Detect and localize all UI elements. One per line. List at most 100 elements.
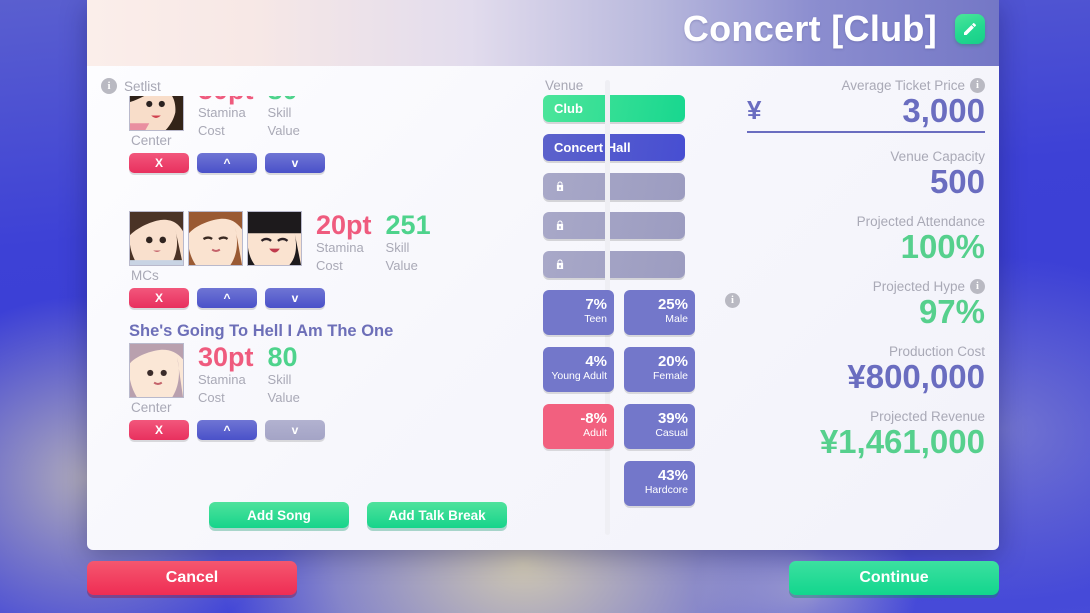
- projected-hype-label: Projected Hype: [872, 278, 965, 294]
- demographic-chip-casual[interactable]: 39% Casual: [624, 404, 695, 449]
- song-controls: X ^ v: [129, 288, 517, 308]
- demographic-value: -8%: [580, 410, 607, 428]
- venue-option-locked-1: [543, 173, 685, 200]
- stamina-label-line1: Stamina: [316, 240, 364, 256]
- demographic-name: Young Adult: [551, 370, 607, 383]
- skill-stat: 80 Skill Value: [268, 343, 300, 406]
- dialog-footer: Cancel Continue: [0, 550, 1090, 613]
- setlist-label: Setlist: [124, 78, 161, 94]
- page-title: Concert [Club]: [682, 8, 937, 49]
- demographics-panel: 7% Teen 4% Young Adult -8% Adult 25% Mal…: [543, 290, 747, 506]
- setlist-panel: i Setlist Center Stamina Cost Skill Valu…: [87, 66, 517, 550]
- list-item: Center 50pt Stamina Cost 80 Skill Value: [117, 96, 517, 173]
- demographic-value: 39%: [657, 410, 688, 428]
- info-icon[interactable]: i: [101, 78, 117, 94]
- song-role: MCs: [131, 268, 159, 283]
- projected-revenue-label: Projected Revenue: [870, 408, 985, 424]
- info-icon[interactable]: i: [970, 78, 985, 93]
- venue-option-label: Concert Hall: [554, 140, 631, 155]
- setlist-items: Center 50pt Stamina Cost 80 Skill Value: [117, 96, 517, 440]
- move-song-down-button[interactable]: v: [265, 288, 325, 308]
- demographic-value: 20%: [657, 353, 688, 371]
- song-title: She's Going To Hell I Am The One: [129, 322, 394, 340]
- move-song-down-button: v: [265, 420, 325, 440]
- avatar: [247, 211, 302, 266]
- projected-revenue-value: ¥1,461,000: [819, 422, 985, 460]
- venue-capacity-value: 500: [929, 162, 985, 200]
- add-talk-break-button[interactable]: Add Talk Break: [367, 502, 507, 528]
- skill-value: 80: [267, 342, 298, 372]
- venue-option-club[interactable]: Club: [543, 95, 685, 122]
- avatar: [129, 96, 184, 131]
- demographics-type-column: 25% Male 20% Female 39% Casual 43% Hardc…: [624, 290, 695, 506]
- avatar: [129, 343, 184, 398]
- info-icon[interactable]: i: [970, 278, 985, 294]
- demographic-chip-male[interactable]: 25% Male: [624, 290, 695, 335]
- setlist-header: i Setlist: [101, 78, 517, 94]
- member-portraits: [129, 96, 184, 131]
- lock-icon: [556, 220, 564, 230]
- stamina-label-line2: Cost: [316, 257, 343, 273]
- stamina-label-line2: Cost: [198, 122, 225, 138]
- skill-stat: 251 Skill Value: [386, 211, 431, 274]
- list-item: MCs 20pt Stamina Cost 251 Skill Value X …: [117, 211, 517, 308]
- demographic-name: Casual: [655, 427, 688, 440]
- demographic-chip-teen[interactable]: 7% Teen: [543, 290, 614, 335]
- skill-value: 80: [268, 96, 300, 104]
- move-song-up-button[interactable]: ^: [197, 420, 257, 440]
- demographic-name: Hardcore: [644, 484, 688, 497]
- demographic-name: Teen: [584, 313, 607, 326]
- projected-revenue-block: Projected Revenue ¥1,461,000: [747, 409, 985, 461]
- venue-header: Venue: [545, 78, 747, 93]
- demographic-name: Adult: [583, 427, 607, 440]
- venue-option-label: Club: [554, 101, 583, 116]
- add-song-button[interactable]: Add Song: [209, 502, 349, 528]
- ticket-price-label: Average Ticket Price: [841, 78, 965, 93]
- continue-button[interactable]: Continue: [789, 561, 999, 595]
- production-cost-value: ¥800,000: [847, 357, 985, 395]
- projected-attendance-label: Projected Attendance: [856, 213, 985, 229]
- lock-icon: [556, 259, 564, 269]
- demographic-chip-female[interactable]: 20% Female: [624, 347, 695, 392]
- demographic-value: 25%: [657, 296, 688, 314]
- member-portraits: [129, 343, 184, 398]
- projected-hype-label-row: Projected Hype i: [747, 278, 985, 294]
- setlist-scroll-area[interactable]: Center 50pt Stamina Cost 80 Skill Value: [117, 96, 517, 500]
- remove-song-button[interactable]: X: [129, 420, 189, 440]
- demographic-chip-young-adult[interactable]: 4% Young Adult: [543, 347, 614, 392]
- move-song-down-button[interactable]: v: [265, 153, 325, 173]
- demographic-chip-adult[interactable]: -8% Adult: [543, 404, 614, 449]
- demographic-value: 43%: [657, 467, 688, 485]
- venue-label: Venue: [545, 78, 584, 93]
- pencil-icon[interactable]: [955, 14, 985, 44]
- skill-value: 251: [385, 210, 431, 240]
- dialog-body: i Setlist Center Stamina Cost Skill Valu…: [87, 66, 999, 550]
- list-item: She's Going To Hell I Am The One Center: [117, 322, 517, 440]
- skill-stat: 80 Skill Value: [268, 96, 300, 139]
- demographic-chip-hardcore[interactable]: 43% Hardcore: [624, 461, 695, 506]
- venue-capacity-block: Venue Capacity 500: [747, 149, 985, 201]
- remove-song-button[interactable]: X: [129, 288, 189, 308]
- ticket-price-value: 3,000: [902, 92, 985, 129]
- skill-label-line1: Skill: [267, 372, 292, 388]
- demographic-name: Male: [665, 313, 688, 326]
- move-song-up-button[interactable]: ^: [197, 153, 257, 173]
- song-role: Center: [131, 400, 172, 415]
- move-song-up-button[interactable]: ^: [197, 288, 257, 308]
- remove-song-button[interactable]: X: [129, 153, 189, 173]
- venue-option-concert-hall[interactable]: Concert Hall: [543, 134, 685, 161]
- skill-label-line1: Skill: [267, 105, 292, 121]
- production-cost-block: Production Cost ¥800,000: [747, 344, 985, 396]
- stamina-value: 30pt: [198, 342, 254, 372]
- skill-label-line2: Value: [267, 389, 300, 405]
- cancel-button[interactable]: Cancel: [87, 561, 297, 595]
- song-role: Center: [131, 133, 172, 148]
- demographic-value: 4%: [585, 353, 607, 371]
- stamina-label-line1: Stamina: [198, 105, 246, 121]
- info-icon[interactable]: i: [725, 293, 740, 308]
- venue-option-locked-2: [543, 212, 685, 239]
- ticket-price-field[interactable]: ¥ 3,000: [747, 92, 985, 133]
- venue-capacity-label: Venue Capacity: [890, 148, 985, 164]
- stamina-stat: 20pt Stamina Cost: [316, 211, 372, 274]
- stamina-stat: 30pt Stamina Cost: [198, 343, 254, 406]
